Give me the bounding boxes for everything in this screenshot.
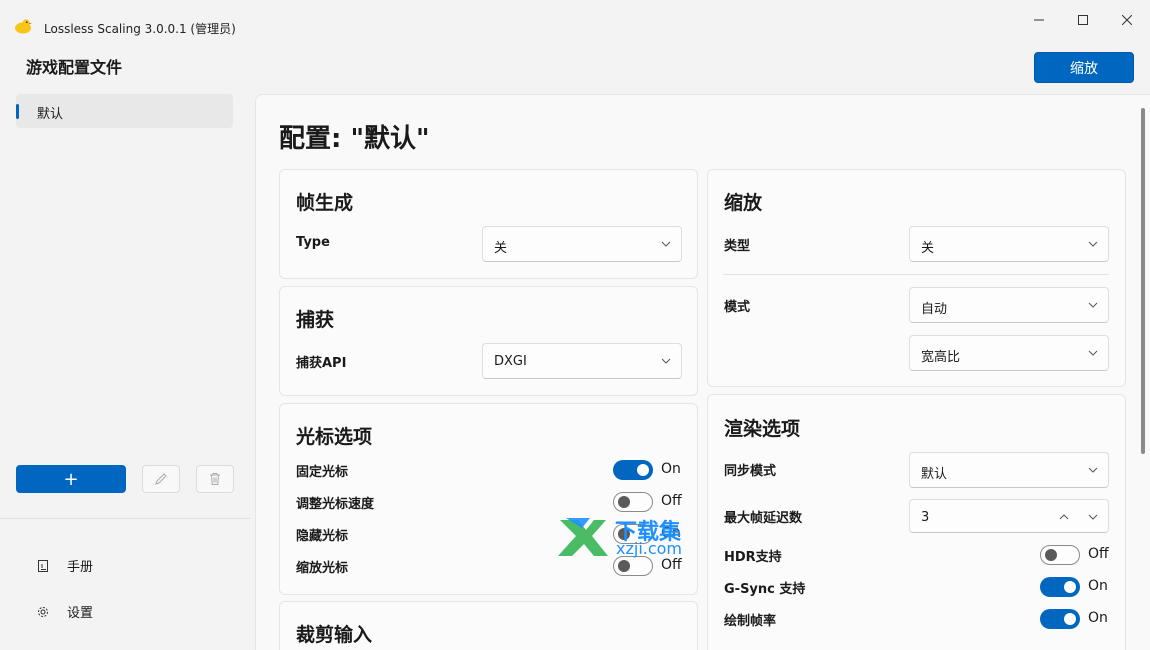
close-icon — [1122, 15, 1132, 25]
chevron-down-icon — [1088, 350, 1098, 356]
toggle-knob — [1064, 581, 1076, 593]
toggle-state: On — [1088, 610, 1108, 626]
render-option-label: G-Sync 支持 — [724, 582, 806, 597]
frame-generation-card — [279, 169, 698, 279]
select-value: 自动 — [921, 302, 948, 317]
lock-cursor-toggle[interactable] — [613, 460, 653, 480]
add-profile-button[interactable]: + — [16, 465, 126, 493]
sidebar-item-manual[interactable]: 手册 — [36, 556, 93, 575]
chevron-down-icon — [661, 241, 671, 247]
crop-input-title: 裁剪输入 — [296, 624, 373, 646]
cursor-speed-toggle[interactable] — [613, 492, 653, 512]
watermark-url: xzji.com — [616, 539, 683, 558]
scale-button[interactable]: 缩放 — [1034, 52, 1134, 83]
chevron-down-icon[interactable] — [1088, 514, 1098, 520]
profile-item-default[interactable]: 默认 — [16, 94, 233, 128]
select-value: 默认 — [921, 467, 948, 482]
capture-api-label: 捕获API — [296, 356, 347, 371]
sync-mode-select[interactable]: 默认 — [909, 452, 1109, 488]
scaling-mode-label: 模式 — [724, 300, 751, 315]
chevron-up-icon[interactable] — [1059, 514, 1069, 520]
capture-card — [279, 286, 698, 396]
toggle-knob — [637, 464, 649, 476]
trash-icon — [210, 473, 220, 485]
toggle-state: Off — [1088, 546, 1109, 562]
frame-gen-type-label: Type — [296, 235, 330, 250]
hdr-support-toggle[interactable] — [1040, 545, 1080, 565]
sidebar-item-settings[interactable]: 设置 — [36, 602, 93, 621]
duck-app-icon — [15, 19, 32, 34]
toggle-state: On — [1088, 578, 1108, 594]
cursor-option-label: 固定光标 — [296, 465, 349, 480]
scaling-title: 缩放 — [724, 192, 763, 214]
chevron-down-icon — [661, 358, 671, 364]
delete-profile-button[interactable] — [196, 465, 234, 493]
toggle-knob — [618, 496, 630, 508]
scaling-divider — [723, 274, 1109, 275]
toggle-knob — [618, 560, 630, 572]
sidebar-title: 游戏配置文件 — [26, 58, 123, 77]
frame-gen-type-select[interactable]: 关 — [482, 226, 682, 262]
maximize-icon — [1078, 15, 1088, 25]
sidebar-item-label: 设置 — [67, 606, 94, 621]
scaling-mode-select[interactable]: 自动 — [909, 287, 1109, 323]
minimize-icon — [1034, 19, 1044, 21]
profile-item-label: 默认 — [37, 107, 64, 122]
render-option-label: HDR支持 — [724, 550, 782, 565]
scrollbar[interactable] — [1141, 108, 1145, 454]
render-options-title: 渲染选项 — [724, 418, 801, 440]
select-value: 宽高比 — [921, 350, 961, 365]
scaling-type-label: 类型 — [724, 239, 751, 254]
frame-generation-title: 帧生成 — [296, 192, 354, 214]
title-bar: Lossless Scaling 3.0.0.1 (管理员) — [0, 0, 1150, 40]
cursor-option-label: 隐藏光标 — [296, 529, 349, 544]
gsync-support-toggle[interactable] — [1040, 577, 1080, 597]
toggle-knob — [1064, 613, 1076, 625]
edit-profile-button[interactable] — [142, 465, 180, 493]
capture-api-select[interactable]: DXGI — [482, 343, 682, 379]
toggle-knob — [1045, 549, 1057, 561]
select-value: DXGI — [494, 354, 527, 369]
gear-icon — [36, 605, 50, 619]
capture-title: 捕获 — [296, 309, 335, 331]
toggle-state: Off — [661, 557, 682, 573]
render-option-label: 绘制帧率 — [724, 614, 777, 629]
book-icon — [36, 559, 50, 573]
cursor-option-label: 调整光标速度 — [296, 497, 375, 512]
sidebar-divider — [0, 518, 250, 519]
chevron-down-icon — [1088, 241, 1098, 247]
max-frame-latency-stepper[interactable]: 3 — [909, 499, 1109, 533]
chevron-down-icon — [1088, 467, 1098, 473]
sidebar-item-label: 手册 — [67, 560, 94, 575]
scaling-type-select[interactable]: 关 — [909, 226, 1109, 262]
scale-cursor-toggle[interactable] — [613, 556, 653, 576]
aspect-ratio-select[interactable]: 宽高比 — [909, 335, 1109, 371]
max-frame-latency-label: 最大帧延迟数 — [724, 511, 803, 526]
selected-indicator — [16, 104, 19, 119]
maximize-button[interactable] — [1060, 8, 1106, 32]
minimize-button[interactable] — [1016, 8, 1062, 32]
pencil-icon — [155, 473, 167, 485]
toggle-state: On — [661, 461, 681, 477]
draw-fps-toggle[interactable] — [1040, 609, 1080, 629]
select-value: 关 — [921, 241, 935, 256]
stepper-value: 3 — [921, 510, 930, 525]
cursor-options-title: 光标选项 — [296, 426, 373, 448]
chevron-down-icon — [1088, 302, 1098, 308]
cursor-option-label: 缩放光标 — [296, 561, 349, 576]
toggle-state: Off — [661, 493, 682, 509]
page-title: 配置: "默认" — [279, 124, 430, 154]
window-title: Lossless Scaling 3.0.0.1 (管理员) — [44, 22, 236, 36]
select-value: 关 — [494, 241, 508, 256]
sync-mode-label: 同步模式 — [724, 464, 777, 479]
close-button[interactable] — [1104, 8, 1150, 32]
